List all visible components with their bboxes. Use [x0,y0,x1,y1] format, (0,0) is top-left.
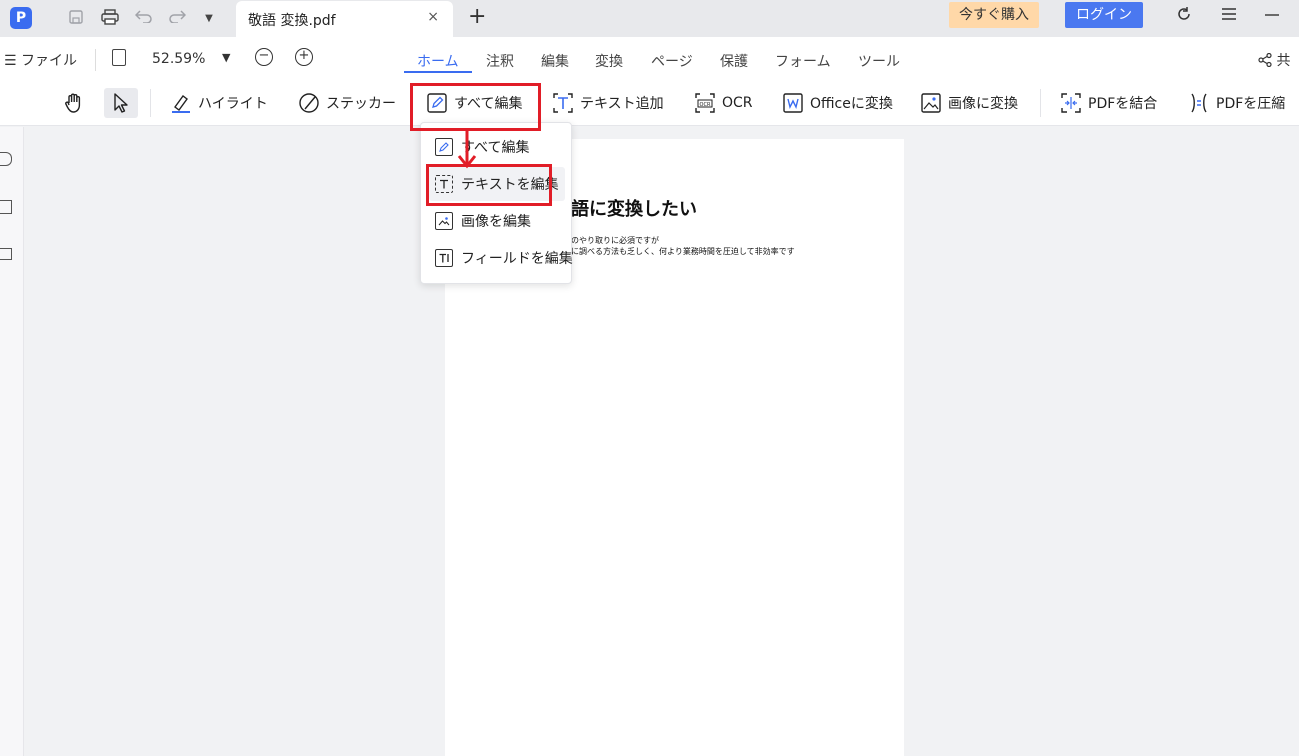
tab-protect[interactable]: 保護 [720,51,748,71]
divider [1040,89,1041,117]
sticker-label: ステッカー [326,96,396,112]
edit-field-icon [435,249,453,267]
active-tab-indicator [404,71,472,73]
edit-all-icon [435,138,453,156]
tab-page[interactable]: ページ [651,51,693,71]
convert-to-image-label: 画像に変換 [948,96,1018,112]
left-sidebar [0,127,24,756]
file-menu-label: ファイル [21,53,78,69]
convert-to-image-button[interactable]: 画像に変換 [920,90,1018,116]
tab-home[interactable]: ホーム [417,51,459,71]
document-text-line: に調べる方法も乏しく、何より業務時間を圧迫して非効率です [571,247,795,256]
add-text-icon [553,93,573,113]
thumbnails-icon[interactable] [0,152,12,166]
tab-form[interactable]: フォーム [775,51,831,71]
menu-bar: ☰ ファイル 52.59% ▼ − + ホーム 注釈 編集 変換 ページ 保護 … [0,37,1299,80]
divider [150,89,151,117]
merge-pdf-button[interactable]: PDFを結合 [1060,90,1157,116]
highlight-label: ハイライト [198,96,268,112]
tab-annotate[interactable]: 注釈 [486,51,514,71]
highlighter-icon [172,95,190,113]
refresh-icon[interactable] [1176,6,1192,26]
zoom-level[interactable]: 52.59% [152,51,205,67]
close-tab-icon[interactable]: × [427,9,439,25]
menu-item-edit-field[interactable]: フィールドを編集 [435,245,573,271]
edit-text-highlight-box [426,164,552,206]
more-dropdown-icon[interactable]: ▼ [199,9,219,29]
hand-tool[interactable] [57,88,91,118]
print-icon[interactable] [100,9,120,29]
new-tab-button[interactable]: + [468,4,486,29]
tab-convert[interactable]: 変換 [595,51,623,71]
menu-icon[interactable] [1221,6,1237,25]
sticker-icon [299,93,319,113]
menu-item-label: フィールドを編集 [461,251,573,267]
page-view-icon[interactable] [112,49,126,66]
tab-edit[interactable]: 編集 [541,51,569,71]
login-button[interactable]: ログイン [1065,2,1143,28]
home-toolbar: ハイライト ステッカー すべて編集 テキスト追加 OCR OCR Officeに… [0,80,1299,126]
office-icon [783,93,803,113]
compress-pdf-label: PDFを圧縮 [1216,96,1286,112]
divider [95,49,96,71]
ocr-label: OCR [722,95,753,111]
svg-text:OCR: OCR [700,102,711,108]
cursor-icon [114,93,128,113]
title-bar: P ▼ 敬語 変換.pdf × + 今すぐ購入 ログイン [0,0,1299,37]
merge-icon [1061,93,1081,113]
app-logo[interactable]: P [10,7,32,29]
select-tool[interactable] [104,88,138,118]
share-button[interactable]: 共 [1258,50,1290,70]
compress-icon [1191,93,1207,113]
add-text-label: テキスト追加 [580,96,664,112]
comments-icon[interactable] [0,248,12,260]
file-menu[interactable]: ☰ ファイル [4,50,77,70]
document-tab[interactable]: 敬語 変換.pdf × [236,1,453,37]
tab-tools[interactable]: ツール [858,51,900,71]
menu-item-edit-image[interactable]: 画像を編集 [435,208,531,234]
sticker-tool[interactable]: ステッカー [298,90,396,116]
convert-to-office-button[interactable]: Officeに変換 [782,90,893,116]
redo-icon[interactable] [167,9,187,29]
menu-item-label: 画像を編集 [461,214,531,230]
highlight-tool[interactable]: ハイライト [170,90,268,116]
hand-icon [65,93,81,113]
bookmark-icon[interactable] [0,200,12,214]
share-label: 共 [1276,53,1291,69]
save-icon[interactable] [66,9,86,29]
edit-all-highlight-box [410,83,541,131]
red-arrow-icon [457,130,477,169]
undo-icon[interactable] [134,9,154,29]
zoom-out-icon[interactable]: − [255,48,273,66]
ocr-button[interactable]: OCR OCR [694,90,753,116]
ocr-icon: OCR [695,93,715,113]
tab-title: 敬語 変換.pdf [248,13,336,29]
compress-pdf-button[interactable]: PDFを圧縮 [1188,90,1285,116]
zoom-in-icon[interactable]: + [295,48,313,66]
minimize-icon[interactable] [1264,6,1280,25]
document-text-line: のやり取りに必須ですが [571,236,659,245]
share-icon [1258,52,1272,68]
document-heading: 語に変換したい [571,199,697,220]
merge-pdf-label: PDFを結合 [1088,96,1158,112]
buy-now-button[interactable]: 今すぐ購入 [949,2,1039,28]
add-text-button[interactable]: テキスト追加 [552,90,664,116]
convert-to-office-label: Officeに変換 [810,96,893,112]
image-icon [921,93,941,113]
edit-image-icon [435,212,453,230]
zoom-dropdown-icon[interactable]: ▼ [222,51,230,64]
